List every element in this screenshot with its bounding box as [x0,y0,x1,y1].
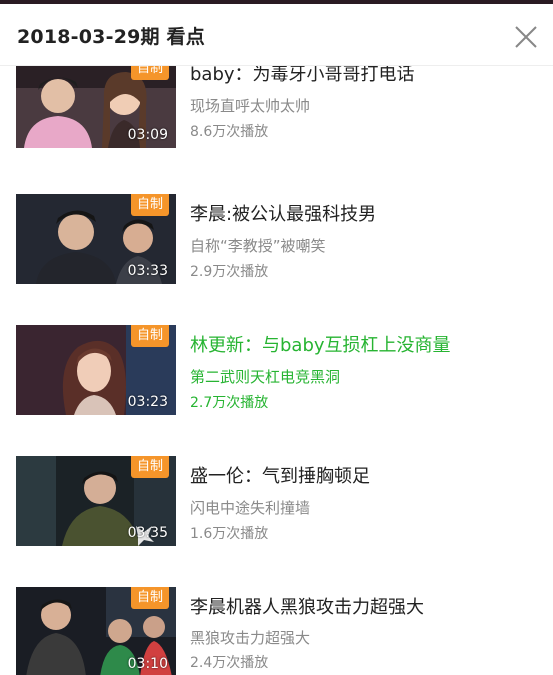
play-count: 2.9万次播放 [190,264,269,280]
video-subtitle: 闪电中途失利撞墙 [190,499,311,517]
close-icon[interactable] [512,23,540,51]
original-badge: 自制 [130,456,169,478]
play-count: 2.4万次播放 [190,655,269,671]
video-duration: 03:33 [127,263,168,279]
video-duration: 03:35 [127,525,168,541]
video-title: 李晨机器人黑狼攻击力超强大 [190,597,424,618]
video-item[interactable]: 自制 03:10 李晨机器人黑狼攻击力超强大 黑狼攻击力超强大 2.4万次播放 [0,587,553,675]
video-list: 自制 03:09 baby：为毒牙小哥哥打电话 现场直呼太帅太帅 8.6万次播放… [0,66,553,675]
original-badge: 自制 [130,194,169,216]
video-duration: 03:10 [127,656,168,672]
video-subtitle: 第二武则天杠电竞黑洞 [190,368,341,386]
video-subtitle: 现场直呼太帅太帅 [190,97,311,115]
play-count: 1.6万次播放 [190,526,269,542]
video-item[interactable]: 自制 03:09 baby：为毒牙小哥哥打电话 现场直呼太帅太帅 8.6万次播放 [0,66,553,158]
play-count: 2.7万次播放 [190,395,269,411]
original-badge: 自制 [130,587,169,609]
video-duration: 03:23 [127,394,168,410]
play-count: 8.6万次播放 [190,124,269,140]
video-subtitle: 自称“李教授”被嘲笑 [190,237,326,255]
video-subtitle: 黑狼攻击力超强大 [190,629,311,647]
original-badge: 自制 [130,325,169,347]
original-badge: 自制 [130,66,169,80]
video-item[interactable]: 自制 03:33 李晨:被公认最强科技男 自称“李教授”被嘲笑 2.9万次播放 [0,194,553,294]
video-title: 林更新：与baby互损杠上没商量 [190,335,451,356]
video-item-active[interactable]: 自制 03:23 林更新：与baby互损杠上没商量 第二武则天杠电竞黑洞 2.7… [0,325,553,425]
video-item[interactable]: 自制 03:35 盛一伦：气到捶胸顿足 闪电中途失利撞墙 1.6万次播放 [0,456,553,556]
video-thumbnail[interactable]: 自制 03:33 [16,194,176,284]
video-title: baby：为毒牙小哥哥打电话 [190,66,415,85]
video-duration: 03:09 [127,127,168,143]
video-thumbnail[interactable]: 自制 03:23 [16,325,176,415]
video-thumbnail[interactable]: 自制 03:09 [16,66,176,148]
page-title: 2018-03-29期 看点 [17,26,205,48]
video-title: 盛一伦：气到捶胸顿足 [190,466,370,487]
video-thumbnail[interactable]: 自制 03:10 [16,587,176,675]
video-title: 李晨:被公认最强科技男 [190,204,377,225]
header-bar: 2018-03-29期 看点 [0,4,553,66]
video-thumbnail[interactable]: 自制 03:35 [16,456,176,546]
